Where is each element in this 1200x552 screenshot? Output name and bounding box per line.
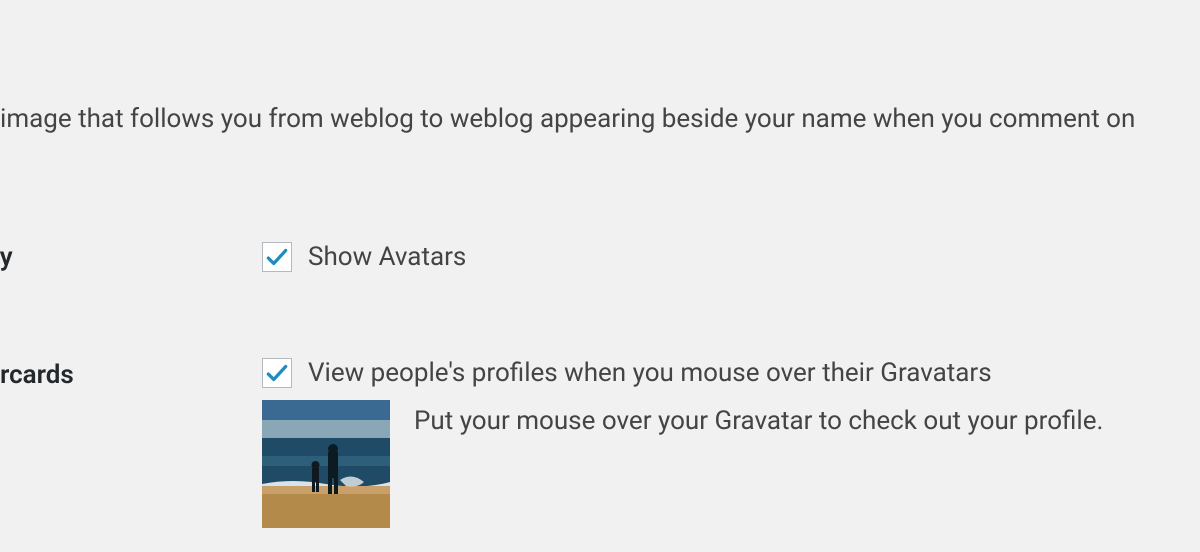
row-label-avatar-display: ay <box>0 242 13 272</box>
hovercards-option[interactable]: View people's profiles when you mouse ov… <box>262 358 1103 388</box>
show-avatars-label: Show Avatars <box>308 242 466 272</box>
avatars-intro-text: image that follows you from weblog to we… <box>0 104 1200 134</box>
row-content-hovercards: View people's profiles when you mouse ov… <box>262 358 1103 528</box>
hovercards-label: View people's profiles when you mouse ov… <box>308 358 992 388</box>
row-content-avatar-display: Show Avatars <box>262 242 466 272</box>
hovercards-description: Put your mouse over your Gravatar to che… <box>414 400 1103 436</box>
show-avatars-checkbox[interactable] <box>262 242 292 272</box>
beach-photo-icon <box>262 400 390 528</box>
check-icon <box>264 360 290 386</box>
show-avatars-option[interactable]: Show Avatars <box>262 242 466 272</box>
gravatar-preview-image[interactable] <box>262 400 390 528</box>
hovercards-checkbox[interactable] <box>262 358 292 388</box>
row-label-hovercards: ercards <box>0 360 74 390</box>
check-icon <box>264 244 290 270</box>
